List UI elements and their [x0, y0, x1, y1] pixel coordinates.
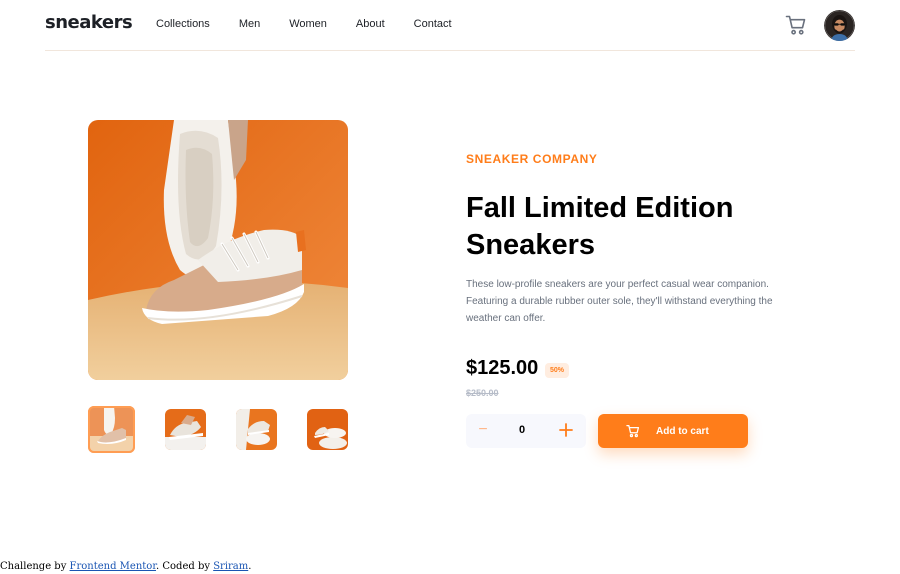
- product-title: Fall Limited Edition Sneakers: [466, 190, 796, 264]
- thumbnail-1[interactable]: [88, 406, 135, 453]
- add-to-cart-button[interactable]: Add to cart: [598, 414, 748, 448]
- main-nav: Collections Men Women About Contact: [156, 18, 481, 30]
- nav-men[interactable]: Men: [239, 18, 260, 30]
- thumbnail-4[interactable]: [307, 409, 348, 450]
- attribution-prefix: Challenge by: [0, 561, 70, 572]
- nav-collections[interactable]: Collections: [156, 18, 210, 30]
- attribution: Challenge by Frontend Mentor. Coded by S…: [0, 561, 251, 572]
- add-to-cart-label: Add to cart: [656, 426, 709, 437]
- cart-icon: [626, 424, 640, 438]
- quantity-stepper: − 0: [466, 414, 586, 448]
- discount-badge: 50%: [545, 363, 569, 378]
- nav-about[interactable]: About: [356, 18, 385, 30]
- nav-contact[interactable]: Contact: [414, 18, 452, 30]
- minus-icon[interactable]: −: [476, 420, 490, 440]
- author-link[interactable]: Sriram: [213, 561, 248, 572]
- logo[interactable]: sneakers: [45, 12, 133, 33]
- attribution-suffix: .: [248, 561, 252, 572]
- current-price: $125.00: [466, 357, 539, 379]
- nav-women[interactable]: Women: [289, 18, 327, 30]
- company-name: SNEAKER COMPANY: [466, 152, 598, 166]
- original-price: $250.00: [466, 388, 499, 398]
- frontend-mentor-link[interactable]: Frontend Mentor: [70, 561, 156, 572]
- cart-icon[interactable]: [785, 14, 807, 36]
- attribution-middle: . Coded by: [156, 561, 214, 572]
- plus-icon[interactable]: [556, 420, 576, 440]
- thumbnail-3[interactable]: [236, 409, 277, 450]
- quantity-value: 0: [518, 424, 526, 436]
- product-title-line1: Fall Limited Edition: [466, 192, 734, 224]
- thumbnail-2[interactable]: [165, 409, 206, 450]
- site-header: sneakers Collections Men Women About Con…: [45, 0, 855, 51]
- product-main-image[interactable]: [88, 120, 348, 380]
- product-title-line2: Sneakers: [466, 229, 595, 261]
- thumbnail-strip: [88, 406, 348, 454]
- product-description: These low-profile sneakers are your perf…: [466, 279, 773, 324]
- user-avatar[interactable]: [824, 10, 855, 41]
